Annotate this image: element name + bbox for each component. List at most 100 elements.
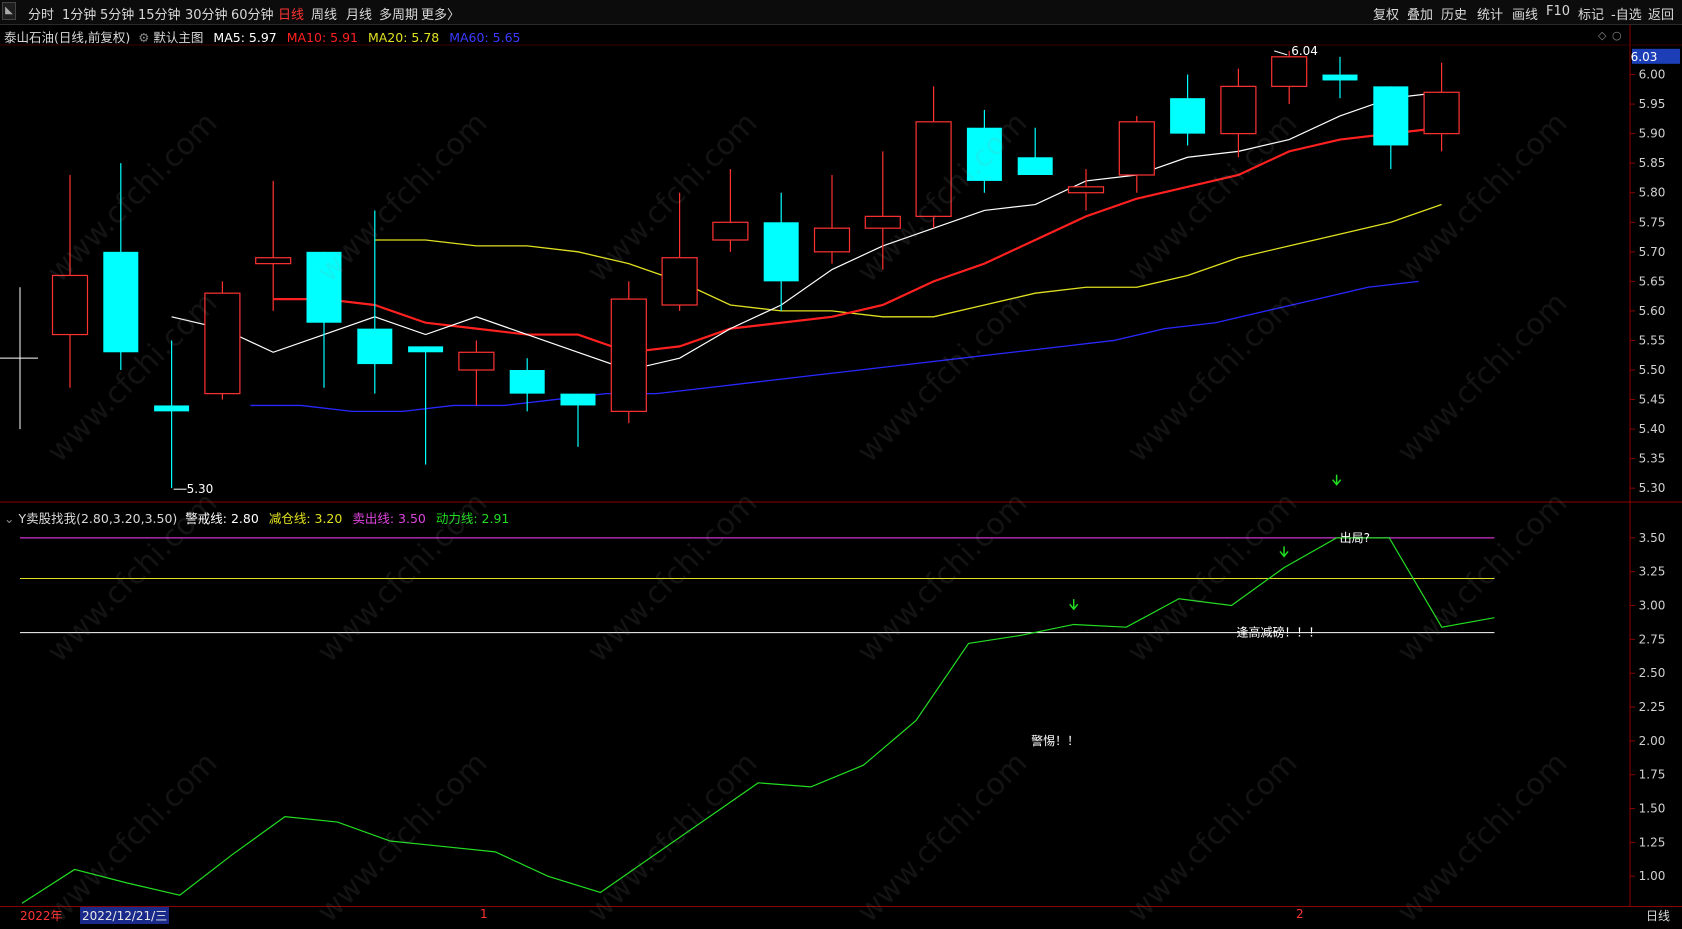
ma10-line: [273, 126, 1442, 354]
price-tick-label: 5.95: [1639, 97, 1666, 111]
main-chart-legend: 泰山石油(日线,前复权) ⚙ 默认主图 MA5: 5.97 MA10: 5.91…: [4, 27, 520, 46]
indicator-tick-label: 2.50: [1639, 666, 1666, 680]
year-label: 2022年: [20, 909, 63, 923]
circle-icon: ○: [1612, 29, 1622, 42]
price-tick-label: 5.85: [1639, 156, 1666, 170]
candle-body: [661, 257, 698, 306]
candle-body: [1118, 121, 1155, 176]
candle-body: [864, 215, 901, 229]
price-tick-label: 5.30: [1639, 481, 1666, 495]
settings-gear-icon[interactable]: ⚙: [138, 30, 149, 45]
ma5-value: MA5: 5.97: [213, 30, 277, 45]
candle-body: [1170, 98, 1206, 134]
reduce-line-value: 减仓线: 3.20: [268, 511, 343, 526]
month-mark-2: 2: [1296, 907, 1304, 921]
price-tick-label: 5.60: [1639, 304, 1666, 318]
candle-body: [255, 257, 292, 265]
indicator-tick-label: 2.00: [1639, 734, 1666, 748]
exit-annotation: 出局?: [1340, 531, 1370, 545]
indicator-tick-label: 1.75: [1639, 768, 1666, 782]
indicator-tick-label: 3.50: [1639, 531, 1666, 545]
power-line: [21, 537, 1495, 904]
tab-5min[interactable]: 5分钟: [100, 4, 134, 23]
warn-line-value: 警戒线: 2.80: [185, 511, 259, 526]
indicator-tick-label: 3.00: [1639, 599, 1666, 613]
price-tick-label: 5.65: [1639, 274, 1666, 288]
last-price-tag-label: 6.03: [1631, 50, 1658, 64]
stock-title: 泰山石油(日线,前复权): [4, 30, 131, 45]
candle-body: [1373, 86, 1409, 146]
history-button[interactable]: 历史: [1441, 4, 1467, 23]
candle-body: [306, 251, 342, 323]
restore-rights-button[interactable]: 复权: [1373, 4, 1399, 23]
reduce-annotation: 逢高减磅！！！: [1236, 625, 1320, 640]
indicator-tick-label: 2.75: [1639, 632, 1666, 646]
indicator-tick-label: 1.00: [1639, 869, 1666, 883]
price-tick-label: 5.55: [1639, 333, 1666, 347]
tab-weekly[interactable]: 周线: [311, 4, 337, 23]
candle-body: [966, 127, 1002, 181]
candle-body: [154, 405, 190, 412]
tab-fenshi[interactable]: 分时: [28, 4, 54, 23]
mark-button[interactable]: 标记: [1578, 4, 1604, 23]
indicator-legend: ⌄ Y卖股找我(2.80,3.20,3.50) 警戒线: 2.80 减仓线: 3…: [4, 508, 509, 527]
indicator-tick-label: 1.25: [1639, 835, 1666, 849]
ma60-value: MA60: 5.65: [449, 30, 521, 45]
candle-body: [1220, 85, 1257, 135]
f10-button[interactable]: F10: [1546, 4, 1570, 19]
candle-body: [813, 227, 851, 253]
sell-line-value: 卖出线: 3.50: [352, 511, 426, 526]
indicator-name[interactable]: Y卖股找我(2.80,3.20,3.50): [18, 511, 177, 526]
stats-button[interactable]: 统计: [1477, 4, 1503, 23]
alert-annotation: 警惕！！: [1031, 733, 1079, 748]
diamond-icon: ◇: [1598, 29, 1607, 42]
price-tick-label: 5.90: [1639, 127, 1666, 141]
candle-body: [560, 393, 596, 406]
candle-body: [1067, 186, 1105, 194]
candle-body: [915, 121, 952, 217]
tab-multi-period[interactable]: 多周期: [379, 4, 418, 23]
tab-daily[interactable]: 日线: [278, 4, 304, 23]
high-price-label: 6.04: [1291, 44, 1318, 58]
candle-body: [204, 292, 241, 395]
indicator-menu-icon[interactable]: ⌄: [4, 511, 14, 526]
price-tick-label: 5.75: [1639, 215, 1666, 229]
tab-monthly[interactable]: 月线: [346, 4, 372, 23]
ma20-line: [374, 203, 1442, 318]
candle-body: [763, 222, 799, 282]
candle-body: [712, 221, 749, 241]
tab-more[interactable]: 更多〉: [421, 4, 460, 23]
watchlist-button[interactable]: -自选: [1611, 4, 1642, 23]
price-tick-label: 5.80: [1639, 186, 1666, 200]
candle-body: [408, 346, 444, 353]
back-button[interactable]: 返回: [1648, 4, 1674, 23]
tab-60min[interactable]: 60分钟: [231, 4, 274, 23]
collapse-icon[interactable]: ◣: [2, 2, 16, 20]
tab-15min[interactable]: 15分钟: [138, 4, 181, 23]
ma10-value: MA10: 5.91: [286, 30, 358, 45]
candle-body: [1271, 56, 1308, 87]
price-tick-label: 5.35: [1639, 452, 1666, 466]
month-mark-1: 1: [480, 907, 488, 921]
overlay-button[interactable]: 叠加: [1407, 4, 1433, 23]
candle-body: [103, 251, 139, 353]
period-toolbar: ◣ 分时 1分钟 5分钟 15分钟 30分钟 60分钟 日线 周线 月线 多周期…: [0, 0, 1682, 25]
draw-line-button[interactable]: 画线: [1512, 4, 1538, 23]
candle-body: [1017, 157, 1053, 175]
candle-body: [357, 328, 393, 365]
tab-30min[interactable]: 30分钟: [185, 4, 228, 23]
candle-body: [610, 298, 647, 412]
stock-chart[interactable]: 6.00 5.95 5.90 5.85 5.80 5.75 5.70 5.65 5.60 5.55…: [0, 0, 1682, 922]
main-template-label[interactable]: 默认主图: [153, 30, 203, 45]
high-pointer: [1274, 50, 1288, 56]
indicator-tick-label: 3.25: [1639, 565, 1666, 579]
price-tick-label: 6.00: [1639, 68, 1666, 82]
price-tick-label: 5.40: [1639, 422, 1666, 436]
power-line-value: 动力线: 2.91: [435, 511, 510, 526]
date-axis-bar: 2022年 2022/12/21/三 1 2 日线: [0, 906, 1682, 924]
tab-1min[interactable]: 1分钟: [62, 4, 96, 23]
candle-body: [1423, 91, 1460, 135]
indicator-tick-label: 2.25: [1639, 700, 1666, 714]
candle-body: [509, 370, 545, 394]
indicator-tick-label: 1.50: [1639, 802, 1666, 816]
